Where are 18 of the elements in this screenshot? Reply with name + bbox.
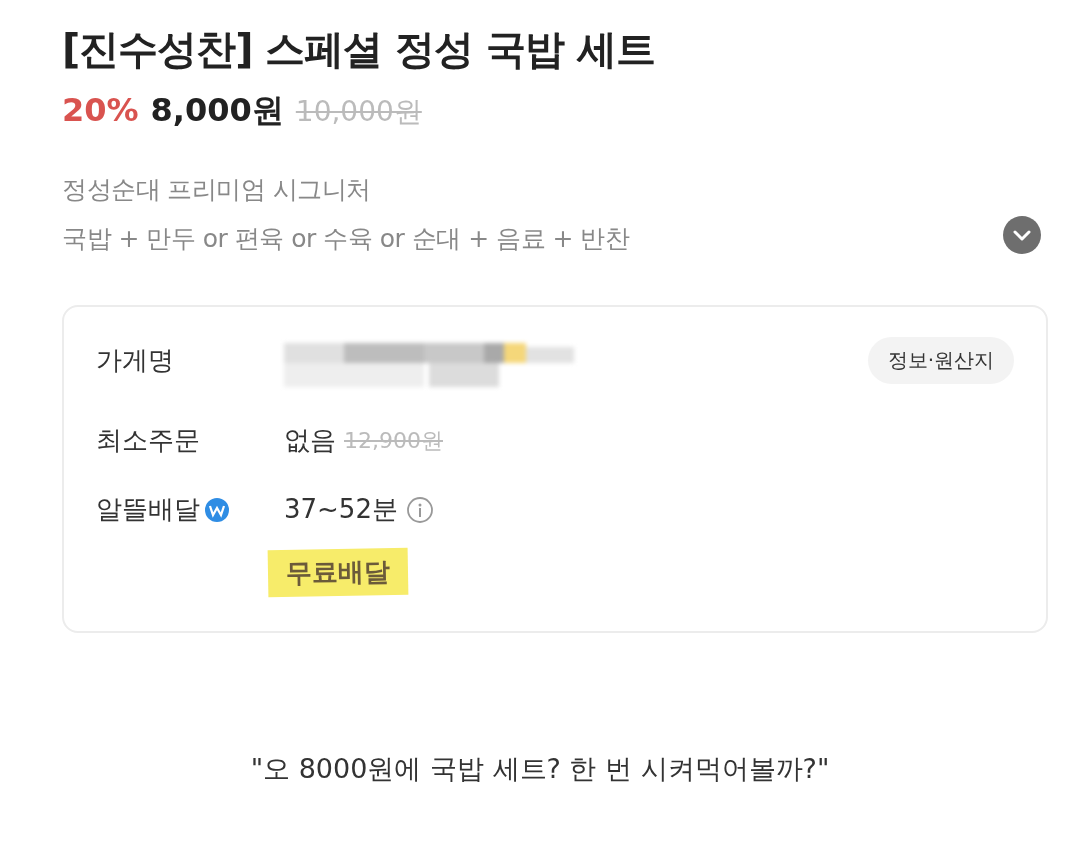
row-label: 가게명 — [96, 344, 174, 377]
row-label: 알뜰배달 — [96, 493, 200, 526]
min-order-value: 없음 — [284, 424, 336, 457]
discount-rate: 20% — [62, 91, 139, 129]
product-description: 국밥 + 만두 or 편육 or 수육 or 순대 + 음료 + 반찬 — [62, 223, 630, 255]
caption: "오 8000원에 국밥 세트? 한 번 시켜먹어볼까?" — [249, 752, 831, 786]
info-icon[interactable] — [405, 495, 434, 524]
free-delivery-label: 무료배달 — [267, 547, 409, 598]
sale-price: 8,000원 — [150, 90, 284, 131]
row-label: 최소주문 — [96, 424, 200, 457]
chevron-down-icon[interactable] — [1002, 215, 1042, 255]
product-title: [진수성찬] 스페셜 정성 국밥 세트 — [62, 25, 657, 74]
product-description: 정성순대 프리미엄 시그니처 — [62, 174, 372, 206]
struck-min-order: 12,900원 — [344, 426, 443, 455]
coin-badge-icon — [204, 496, 230, 523]
info-origin-button[interactable]: 정보·원산지 — [867, 337, 1014, 384]
delivery-time: 37~52분 — [284, 493, 398, 526]
original-price: 10,000원 — [295, 94, 422, 130]
